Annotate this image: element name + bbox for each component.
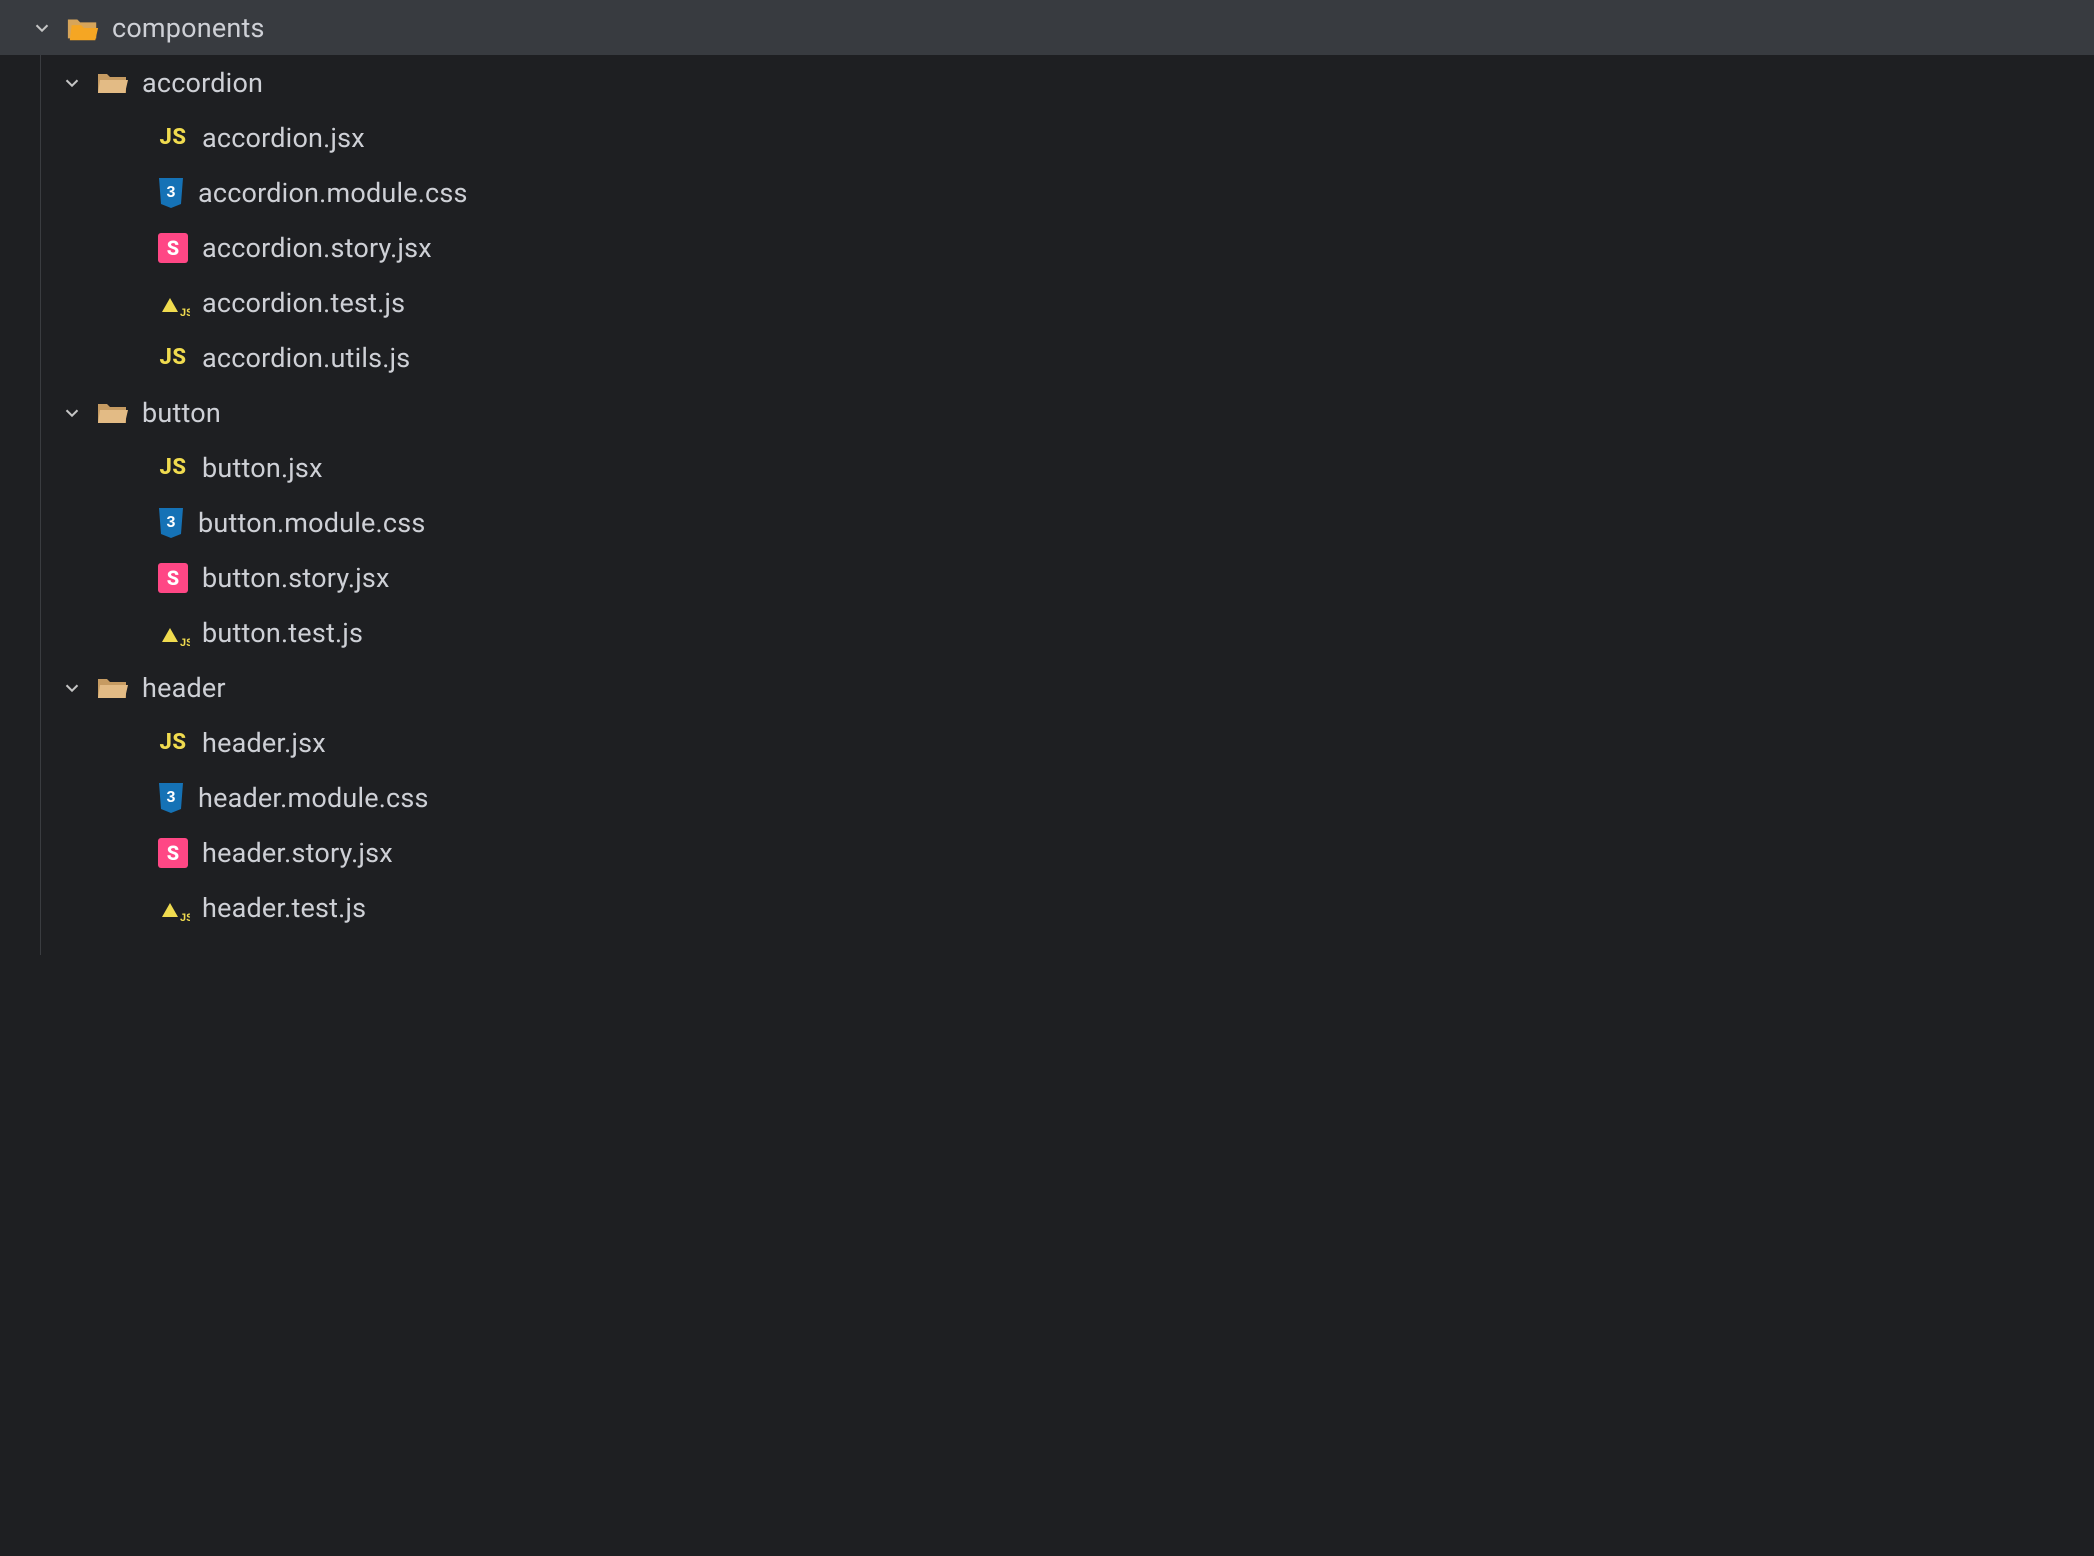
tree-file[interactable]: 3 accordion.module.css — [0, 165, 2094, 220]
javascript-icon: JS — [156, 121, 190, 155]
tree-folder-components[interactable]: components — [0, 0, 2094, 55]
storybook-icon: S — [156, 231, 190, 265]
css-icon: 3 — [156, 781, 186, 815]
file-tree: components accordion JS accordion.jsx 3 … — [0, 0, 2094, 935]
tree-file[interactable]: 3 button.module.css — [0, 495, 2094, 550]
storybook-icon: S — [156, 561, 190, 595]
tree-file[interactable]: JS accordion.utils.js — [0, 330, 2094, 385]
file-label: button.jsx — [202, 452, 323, 484]
tree-folder-accordion[interactable]: accordion — [0, 55, 2094, 110]
javascript-icon: JS — [156, 451, 190, 485]
file-label: header.story.jsx — [202, 837, 393, 869]
folder-open-icon — [96, 671, 130, 705]
svg-text:JS: JS — [180, 912, 190, 923]
svg-text:3: 3 — [167, 184, 176, 201]
file-label: button.test.js — [202, 617, 363, 649]
svg-text:JS: JS — [180, 637, 190, 648]
tree-file[interactable]: 3 header.module.css — [0, 770, 2094, 825]
file-label: button.story.jsx — [202, 562, 390, 594]
tree-file[interactable]: JS accordion.test.js — [0, 275, 2094, 330]
tree-file[interactable]: JS accordion.jsx — [0, 110, 2094, 165]
chevron-down-icon — [60, 676, 84, 700]
file-label: header.module.css — [198, 782, 429, 814]
tree-folder-button[interactable]: button — [0, 385, 2094, 440]
folder-open-icon — [96, 66, 130, 100]
folder-label: header — [142, 672, 226, 704]
css-icon: 3 — [156, 176, 186, 210]
test-icon: JS — [156, 288, 190, 318]
folder-label: button — [142, 397, 221, 429]
file-label: button.module.css — [198, 507, 425, 539]
css-icon: 3 — [156, 506, 186, 540]
file-label: accordion.jsx — [202, 122, 365, 154]
svg-text:JS: JS — [180, 307, 190, 318]
javascript-icon: JS — [156, 726, 190, 760]
file-label: accordion.module.css — [198, 177, 468, 209]
file-label: accordion.test.js — [202, 287, 405, 319]
folder-open-icon — [96, 396, 130, 430]
tree-file[interactable]: S accordion.story.jsx — [0, 220, 2094, 275]
svg-text:3: 3 — [167, 514, 176, 531]
svg-text:3: 3 — [167, 789, 176, 806]
folder-label: components — [112, 12, 265, 44]
test-icon: JS — [156, 618, 190, 648]
tree-file[interactable]: JS button.jsx — [0, 440, 2094, 495]
tree-file[interactable]: JS header.jsx — [0, 715, 2094, 770]
folder-label: accordion — [142, 67, 263, 99]
tree-file[interactable]: S header.story.jsx — [0, 825, 2094, 880]
file-label: header.jsx — [202, 727, 326, 759]
storybook-icon: S — [156, 836, 190, 870]
tree-file[interactable]: JS button.test.js — [0, 605, 2094, 660]
file-label: accordion.story.jsx — [202, 232, 432, 264]
chevron-down-icon — [60, 71, 84, 95]
tree-file[interactable]: S button.story.jsx — [0, 550, 2094, 605]
test-icon: JS — [156, 893, 190, 923]
file-label: header.test.js — [202, 892, 366, 924]
tree-indent-guide — [40, 55, 41, 955]
chevron-down-icon — [60, 401, 84, 425]
javascript-icon: JS — [156, 341, 190, 375]
tree-folder-header[interactable]: header — [0, 660, 2094, 715]
file-label: accordion.utils.js — [202, 342, 410, 374]
tree-file[interactable]: JS header.test.js — [0, 880, 2094, 935]
folder-root-icon — [66, 11, 100, 45]
chevron-down-icon — [30, 16, 54, 40]
